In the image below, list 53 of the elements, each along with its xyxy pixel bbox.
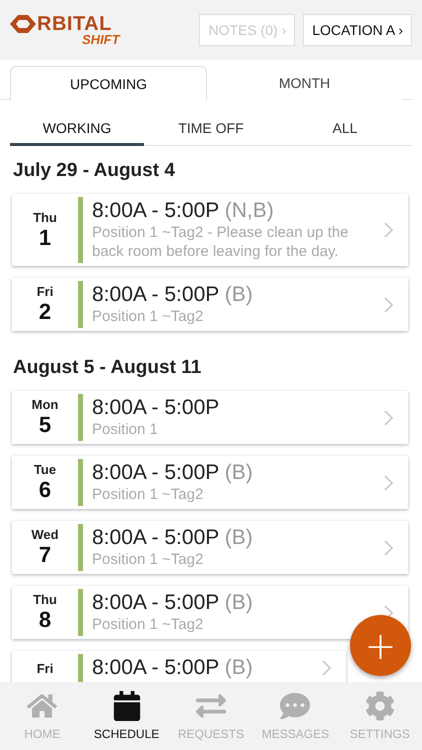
- shift-time: 8:00A - 5:00P (B): [92, 283, 254, 307]
- shift-card[interactable]: Mon 5 8:00A - 5:00P Position 1: [12, 391, 408, 444]
- nav-tab[interactable]: SCHEDULE: [84, 682, 169, 750]
- weekday-label: Tue: [34, 462, 56, 477]
- logo-subtitle: SHIFT: [82, 34, 120, 46]
- date-number: 2: [38, 299, 52, 325]
- filter-tab[interactable]: ALL: [278, 112, 412, 146]
- shift-time: 8:00A - 5:00P (B): [92, 591, 254, 615]
- shift-detail: Position 1 ~Tag2: [92, 550, 204, 569]
- settings-icon: [364, 691, 395, 721]
- filter-tab[interactable]: WORKING: [10, 112, 144, 146]
- weekday-label: Thu: [33, 210, 57, 224]
- shift-detail: Position 1 ~Tag2: [92, 615, 204, 634]
- weekday-label: Fri: [36, 660, 54, 676]
- shift-detail: Position 1 ~Tag2 - Please clean up the back room before leaving for the day.: [92, 223, 350, 261]
- week-heading: August 5 - August 11: [12, 356, 202, 380]
- shift-time: 8:00A - 5:00P: [92, 396, 220, 420]
- shift-time: 8:00A - 5:00P (B): [92, 656, 254, 680]
- filter-tab[interactable]: TIME OFF: [144, 112, 278, 146]
- date-number: 8: [38, 607, 52, 633]
- location-button[interactable]: LOCATION A ›: [303, 14, 412, 46]
- date-number: 1: [38, 224, 52, 250]
- weekday-label: Mon: [32, 397, 58, 412]
- chevron-right-icon: [384, 296, 394, 312]
- view-tab[interactable]: UPCOMING: [10, 66, 207, 100]
- calendar-icon: [112, 691, 142, 721]
- logo-diamond-icon: [10, 15, 36, 33]
- shift-card[interactable]: Fri 8:00A - 5:00P (B): [12, 651, 346, 682]
- date-number: 5: [38, 412, 52, 438]
- shift-card[interactable]: Thu 1 8:00A - 5:00P (N,B) Position 1 ~Tag2 - Please clean up the back room before leaving for the day.: [12, 194, 408, 266]
- weekday-label: Fri: [36, 284, 54, 299]
- chat-bubble-icon: [280, 691, 310, 721]
- chevron-right-icon: [384, 474, 394, 490]
- shift-card[interactable]: Wed 7 8:00A - 5:00P (B) Position 1 ~Tag2: [12, 521, 408, 574]
- logo-text: RBITAL: [37, 14, 112, 34]
- chevron-right-icon: [384, 540, 394, 556]
- week-heading: July 29 - August 4: [12, 159, 176, 183]
- shift-detail: Position 1: [92, 420, 159, 439]
- shift-detail: Position 1 ~Tag2: [92, 307, 204, 326]
- chevron-right-icon: [322, 660, 332, 676]
- shift-detail: Position 1 ~Tag2: [92, 485, 204, 504]
- shift-time: 8:00A - 5:00P (N,B): [92, 199, 275, 223]
- shift-card[interactable]: Tue 6 8:00A - 5:00P (B) Position 1 ~Tag2: [12, 456, 408, 509]
- date-number: 6: [38, 477, 52, 503]
- date-number: 7: [38, 542, 52, 568]
- chevron-right-icon: [384, 410, 394, 426]
- shift-time: 8:00A - 5:00P (B): [92, 526, 254, 550]
- shift-card[interactable]: Fri 2 8:00A - 5:00P (B) Position 1 ~Tag2: [12, 278, 408, 331]
- add-button[interactable]: +: [350, 615, 411, 676]
- weekday-label: Thu: [33, 592, 57, 607]
- weekday-label: Wed: [31, 527, 59, 542]
- chevron-right-icon: [384, 222, 394, 238]
- shift-time: 8:00A - 5:00P (B): [92, 461, 254, 485]
